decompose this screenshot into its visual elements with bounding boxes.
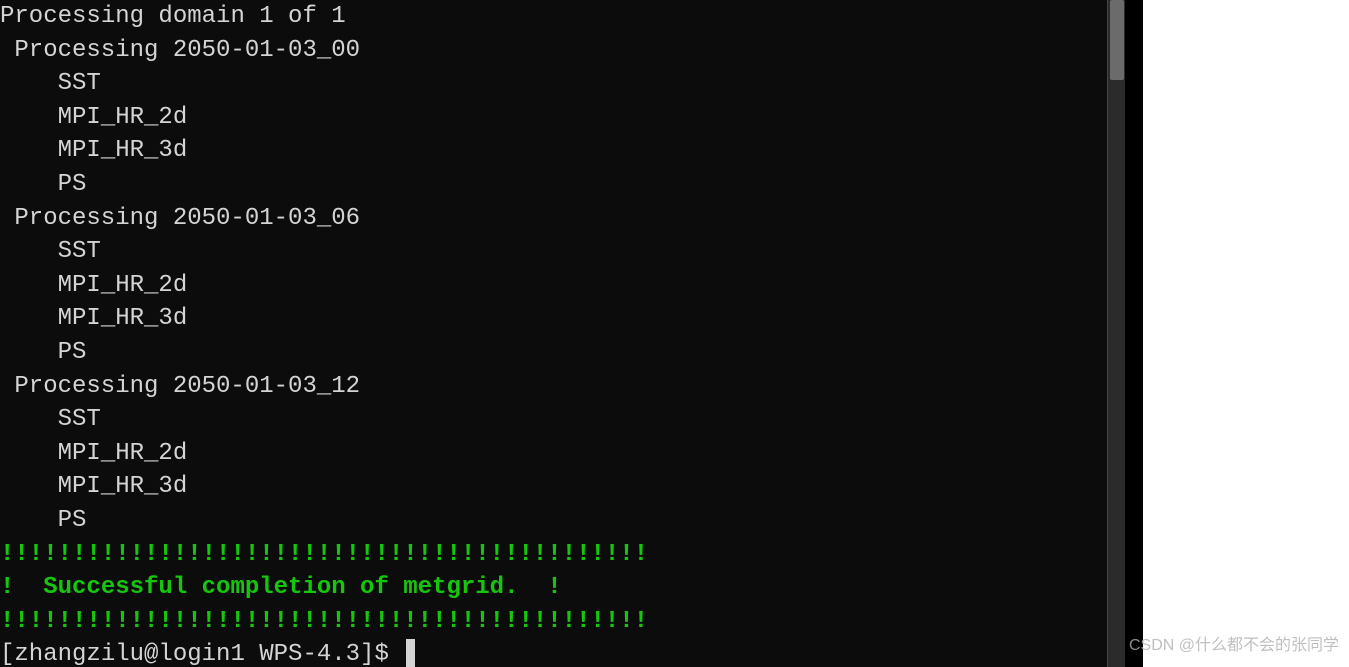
processing-item: MPI_HR_3d [0,134,1125,168]
right-panel [1143,0,1349,667]
processing-item: PS [0,336,1125,370]
processing-item: MPI_HR_2d [0,269,1125,303]
output-header: Processing domain 1 of 1 [0,0,1125,34]
cursor-icon [406,639,415,667]
success-border-bottom: !!!!!!!!!!!!!!!!!!!!!!!!!!!!!!!!!!!!!!!!… [0,605,1125,639]
terminal-window[interactable]: Processing domain 1 of 1 Processing 2050… [0,0,1125,667]
processing-item: MPI_HR_2d [0,437,1125,471]
processing-title: Processing 2050-01-03_00 [0,34,1125,68]
processing-title: Processing 2050-01-03_06 [0,202,1125,236]
processing-item: MPI_HR_3d [0,302,1125,336]
success-border-top: !!!!!!!!!!!!!!!!!!!!!!!!!!!!!!!!!!!!!!!!… [0,538,1125,572]
processing-item: PS [0,168,1125,202]
processing-item: MPI_HR_3d [0,470,1125,504]
processing-item: MPI_HR_2d [0,101,1125,135]
shell-prompt-line[interactable]: [zhangzilu@login1 WPS-4.3]$ [0,638,1125,667]
scrollbar-thumb[interactable] [1110,0,1124,80]
processing-item: SST [0,67,1125,101]
shell-prompt: [zhangzilu@login1 WPS-4.3]$ [0,641,403,667]
watermark-text: CSDN @什么都不会的张同学 [1129,635,1339,657]
processing-item: PS [0,504,1125,538]
success-message: ! Successful completion of metgrid. ! [0,571,1125,605]
vertical-scrollbar[interactable] [1107,0,1125,667]
processing-title: Processing 2050-01-03_12 [0,370,1125,404]
processing-item: SST [0,235,1125,269]
processing-item: SST [0,403,1125,437]
